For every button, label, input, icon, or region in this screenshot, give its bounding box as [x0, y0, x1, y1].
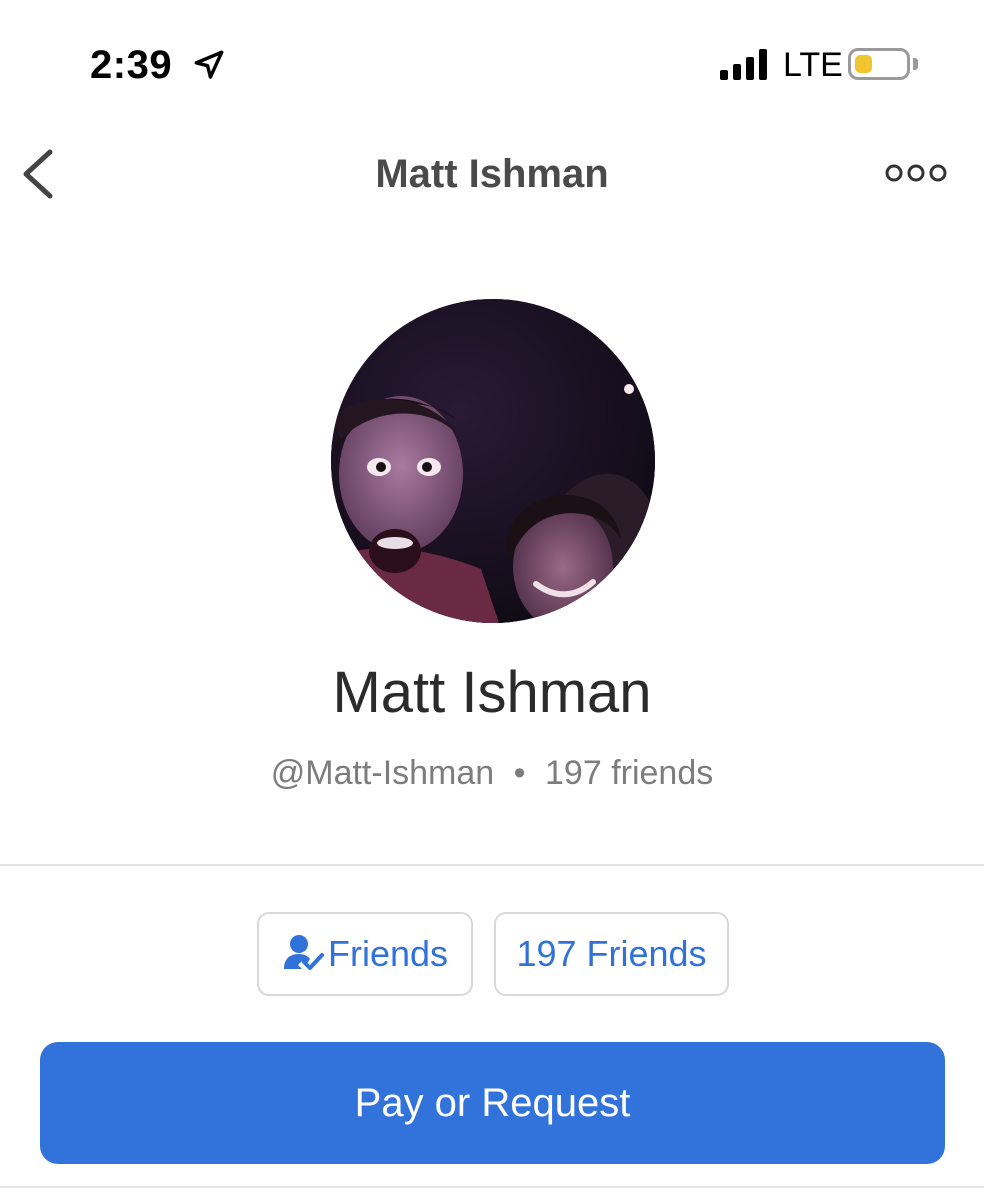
pay-or-request-button[interactable]: Pay or Request [40, 1042, 945, 1164]
back-button[interactable] [18, 144, 70, 204]
nav-title: Matt Ishman [375, 152, 609, 196]
location-arrow-icon [194, 50, 224, 79]
divider [0, 864, 984, 866]
battery-level [855, 55, 872, 73]
avatar[interactable] [331, 299, 655, 623]
profile-subtitle: @Matt-Ishman • 197 friends [0, 752, 984, 794]
status-time: 2:39 [90, 43, 173, 87]
battery-nub [913, 58, 918, 70]
more-options-button[interactable] [880, 158, 952, 188]
friends-status-button[interactable]: Friends [257, 912, 473, 996]
network-label: LTE [783, 46, 843, 84]
separator-dot: • [513, 754, 526, 792]
profile-name: Matt Ishman [332, 660, 652, 725]
more-options-icon [885, 164, 947, 182]
avatar-photo [331, 299, 655, 623]
friend-check-icon [283, 935, 324, 971]
signal-bars-icon [720, 49, 767, 80]
bottom-divider [0, 1186, 984, 1188]
username: @Matt-Ishman [270, 754, 495, 792]
chevron-left-icon [23, 149, 53, 199]
profile-screen: 2:39 LTE Matt Ishman Matt Ishman @Matt-I… [0, 0, 984, 1200]
friends-list-button[interactable]: 197 Friends [494, 912, 729, 996]
friends-status-label: Friends [327, 933, 449, 974]
battery-icon [848, 48, 910, 80]
friends-count-link[interactable]: 197 friends [545, 754, 713, 792]
